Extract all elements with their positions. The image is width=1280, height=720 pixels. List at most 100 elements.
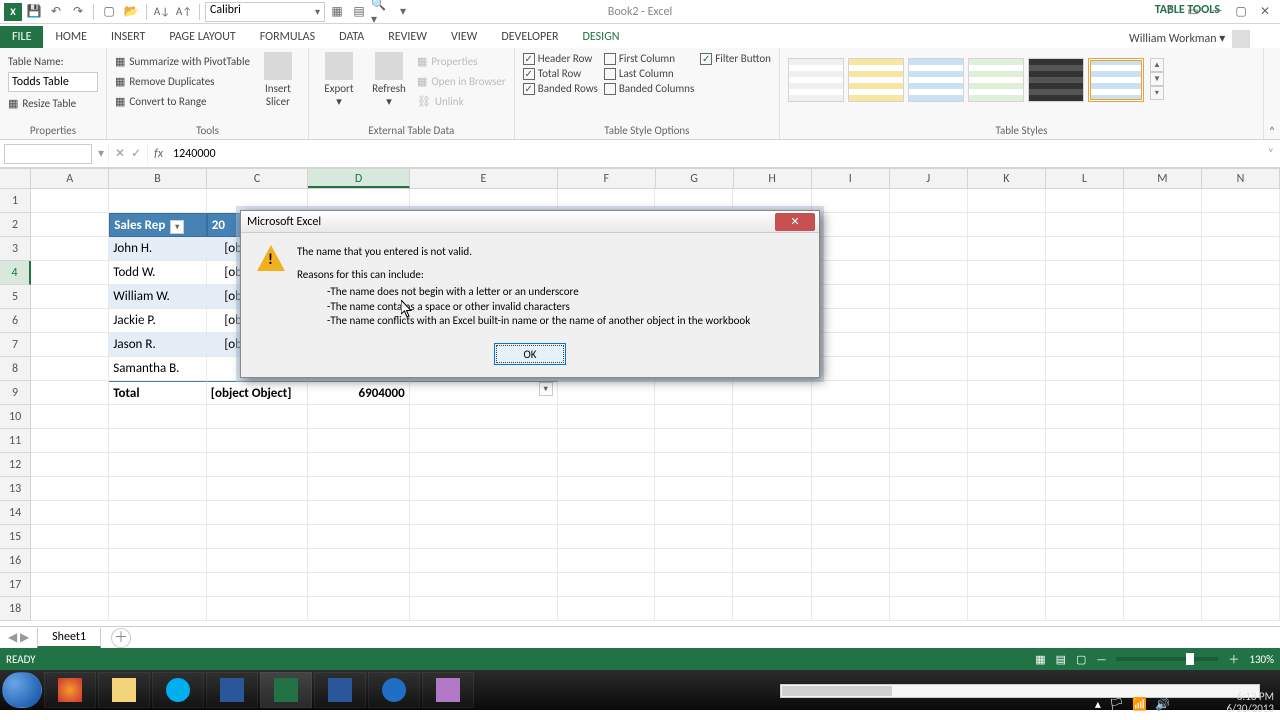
style-gallery[interactable]: ▲▼▾: [788, 52, 1255, 102]
taskbar-clock[interactable]: 6:13 PM6/30/2013: [1226, 691, 1274, 716]
file-tab[interactable]: FILE: [0, 26, 43, 48]
qat-icon-3[interactable]: 🔍▾: [371, 2, 391, 22]
system-tray[interactable]: ▴🏳📶🔊: [1095, 697, 1170, 712]
style-swatch-4[interactable]: [968, 58, 1024, 102]
horizontal-scrollbar[interactable]: [780, 684, 1260, 698]
user-account[interactable]: William Workman ▾: [1129, 30, 1250, 48]
font-inc-icon[interactable]: A↑: [174, 2, 194, 22]
ext-properties-button[interactable]: ▦ Properties: [417, 52, 506, 70]
open-browser-button[interactable]: ▦ Open in Browser: [417, 72, 506, 90]
view-normal-icon[interactable]: ▦: [1035, 653, 1045, 666]
style-swatch-1[interactable]: [788, 58, 844, 102]
col-K[interactable]: K: [968, 169, 1046, 188]
chk-banded-rows[interactable]: ✓Banded Rows: [523, 82, 598, 95]
task-ie[interactable]: [368, 672, 420, 708]
start-button[interactable]: [2, 672, 42, 708]
col-E[interactable]: E: [410, 169, 558, 188]
font-dec-icon[interactable]: A↓: [152, 2, 172, 22]
tray-network-icon[interactable]: 📶: [1132, 697, 1147, 712]
task-other[interactable]: [422, 672, 474, 708]
style-swatch-3[interactable]: [908, 58, 964, 102]
ribbon-toggle-icon[interactable]: ▭: [1182, 2, 1204, 20]
accept-icon[interactable]: ✓: [131, 146, 141, 161]
summarize-pivot-button[interactable]: ▦ Summarize with PivotTable: [115, 52, 250, 70]
col-C[interactable]: C: [207, 169, 308, 188]
name-box[interactable]: [4, 144, 92, 164]
tab-developer[interactable]: DEVELOPER: [489, 26, 570, 48]
help-icon[interactable]: ?: [1158, 2, 1180, 20]
collapse-ribbon-icon[interactable]: ˄: [1264, 48, 1280, 139]
col-F[interactable]: F: [558, 169, 656, 188]
formula-input[interactable]: 1240000: [169, 147, 1262, 161]
style-swatch-6[interactable]: [1088, 58, 1144, 102]
chk-total-row[interactable]: ✓Total Row: [523, 67, 598, 80]
zoom-in-button[interactable]: ＋: [1228, 651, 1239, 667]
sheet-tab-1[interactable]: Sheet1: [37, 628, 101, 648]
task-firefox[interactable]: [44, 672, 96, 708]
task-excel[interactable]: [260, 672, 312, 708]
cancel-icon[interactable]: ✕: [115, 146, 125, 161]
table-name-input[interactable]: [8, 72, 98, 92]
tray-volume-icon[interactable]: 🔊: [1155, 697, 1170, 712]
tab-insert[interactable]: INSERT: [99, 26, 157, 48]
chk-first-col[interactable]: First Column: [604, 52, 694, 65]
dialog-close-button[interactable]: ✕: [775, 213, 815, 231]
chk-filter-button[interactable]: ✓Filter Button: [700, 52, 771, 65]
save-icon[interactable]: 💾: [24, 2, 44, 22]
new-icon[interactable]: ▢: [99, 2, 119, 22]
sheet-nav[interactable]: ◀ ▶: [0, 630, 37, 645]
view-break-icon[interactable]: ▢: [1076, 653, 1086, 666]
col-L[interactable]: L: [1046, 169, 1124, 188]
select-all-corner[interactable]: [0, 169, 31, 188]
minimize-icon[interactable]: —: [1206, 2, 1228, 20]
tab-formulas[interactable]: FORMULAS: [248, 26, 327, 48]
tab-review[interactable]: REVIEW: [376, 26, 439, 48]
tab-data[interactable]: DATA: [327, 26, 376, 48]
task-word-pinned[interactable]: [206, 672, 258, 708]
fx-icon[interactable]: fx: [148, 147, 169, 161]
add-sheet-button[interactable]: ＋: [111, 628, 131, 648]
open-icon[interactable]: 📂: [121, 2, 141, 22]
dialog-title-bar[interactable]: Microsoft Excel ✕: [241, 211, 819, 233]
tray-up-icon[interactable]: ▴: [1095, 697, 1101, 712]
col-J[interactable]: J: [890, 169, 968, 188]
tab-page-layout[interactable]: PAGE LAYOUT: [157, 26, 247, 48]
style-swatch-5[interactable]: [1028, 58, 1084, 102]
col-H[interactable]: H: [734, 169, 812, 188]
zoom-level[interactable]: 130%: [1249, 653, 1274, 666]
tab-view[interactable]: VIEW: [439, 26, 489, 48]
redo-icon[interactable]: ↷: [68, 2, 88, 22]
style-swatch-2[interactable]: [848, 58, 904, 102]
expand-formula-icon[interactable]: ˅: [1262, 147, 1280, 161]
tab-home[interactable]: HOME: [43, 26, 99, 48]
refresh-button[interactable]: Refresh▾: [367, 52, 411, 108]
task-explorer[interactable]: [98, 672, 150, 708]
insert-slicer-button[interactable]: InsertSlicer: [256, 52, 300, 108]
col-A[interactable]: A: [31, 169, 109, 188]
chk-last-col[interactable]: Last Column: [604, 67, 694, 80]
qat-customize-icon[interactable]: ▾: [393, 2, 413, 22]
convert-range-button[interactable]: ▦ Convert to Range: [115, 92, 250, 110]
col-M[interactable]: M: [1124, 169, 1202, 188]
export-button[interactable]: Export▾: [317, 52, 361, 108]
excel-icon[interactable]: X: [4, 3, 22, 21]
tab-design[interactable]: DESIGN: [571, 26, 632, 48]
undo-icon[interactable]: ↶: [46, 2, 66, 22]
formula-icons[interactable]: ✕✓: [108, 144, 148, 164]
unlink-button[interactable]: ⛓ Unlink: [417, 92, 506, 110]
qat-icon-2[interactable]: ▤: [349, 2, 369, 22]
col-B[interactable]: B: [109, 169, 207, 188]
view-layout-icon[interactable]: ▤: [1056, 653, 1066, 666]
col-G[interactable]: G: [656, 169, 734, 188]
chk-header-row[interactable]: ✓Header Row: [523, 52, 598, 65]
dialog-ok-button[interactable]: OK: [494, 343, 566, 365]
gallery-scroll[interactable]: ▲▼▾: [1150, 58, 1164, 102]
resize-table-button[interactable]: ▦ Resize Table: [8, 94, 98, 112]
col-D[interactable]: D: [308, 169, 409, 188]
col-N[interactable]: N: [1202, 169, 1280, 188]
chk-banded-cols[interactable]: Banded Columns: [604, 82, 694, 95]
zoom-slider[interactable]: [1116, 657, 1218, 661]
col-I[interactable]: I: [812, 169, 890, 188]
task-skype[interactable]: [152, 672, 204, 708]
task-word[interactable]: [314, 672, 366, 708]
